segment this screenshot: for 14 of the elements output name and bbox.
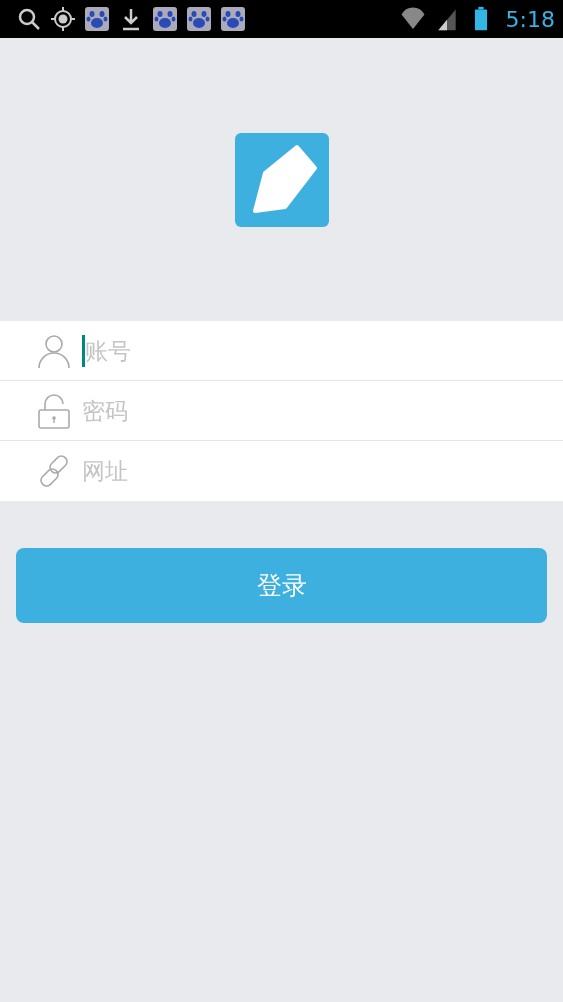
paw-icon (84, 6, 110, 32)
clock: 5:18 (505, 5, 555, 34)
app-logo-icon (234, 132, 329, 227)
input-field[interactable]: 网址 (72, 449, 492, 493)
login-button[interactable]: 登录 (16, 548, 547, 623)
person-icon (36, 332, 72, 369)
paw-icon (152, 6, 178, 32)
search-icon (16, 6, 42, 32)
paw-icon (220, 6, 246, 32)
input-field[interactable]: 密码 (72, 388, 492, 433)
location-icon (50, 6, 76, 32)
padlock-icon (36, 392, 72, 429)
input-field[interactable]: 账号 (85, 328, 505, 373)
paw-icon (186, 6, 212, 32)
